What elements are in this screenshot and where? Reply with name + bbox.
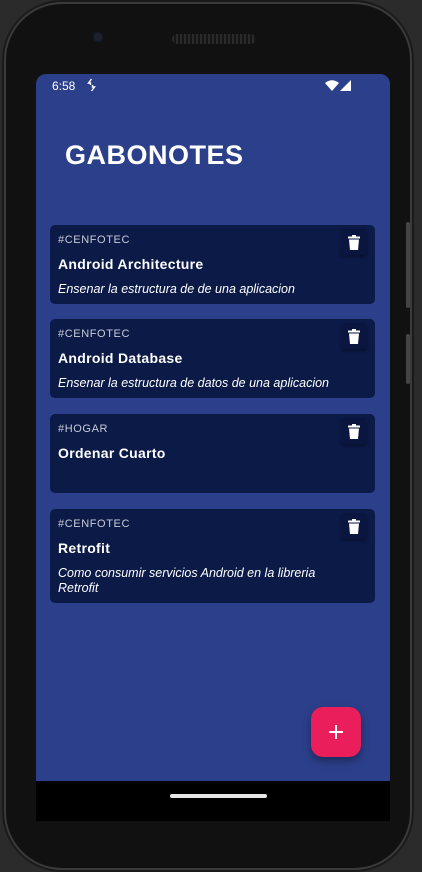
delete-note-button[interactable]: [341, 513, 367, 539]
app-title: GABONOTES: [65, 140, 244, 170]
delete-note-button[interactable]: [341, 418, 367, 444]
power-button: [406, 334, 410, 384]
note-tag: #CENFOTEC: [58, 328, 131, 340]
note-tag: #HOGAR: [58, 423, 109, 435]
status-time: 6:58: [52, 79, 76, 93]
trash-icon: [348, 328, 360, 344]
note-title: Android Database: [58, 350, 183, 366]
trash-icon: [348, 518, 360, 534]
phone-frame: 6:58 GABONOTES #CENFOTEC Android Archite…: [6, 4, 410, 868]
note-tag: #CENFOTEC: [58, 518, 131, 530]
note-description: Ensenar la estructura de datos de una ap…: [58, 376, 330, 390]
note-title: Ordenar Cuarto: [58, 445, 166, 461]
signal-icon: [340, 80, 351, 91]
front-camera: [92, 31, 104, 43]
trash-icon: [348, 423, 360, 439]
earpiece-speaker: [172, 34, 256, 44]
delete-note-button[interactable]: [341, 323, 367, 349]
note-card[interactable]: #CENFOTEC Retrofit Como consumir servici…: [50, 509, 375, 603]
note-description: Ensenar la estructura de de una aplicaci…: [58, 282, 295, 296]
note-title: Android Architecture: [58, 256, 204, 272]
note-description: Como consumir servicios Android en la li…: [58, 566, 316, 595]
add-note-button[interactable]: [311, 707, 361, 757]
app-screen: 6:58 GABONOTES #CENFOTEC Android Archite…: [36, 74, 390, 781]
delete-note-button[interactable]: [341, 229, 367, 255]
home-indicator[interactable]: [170, 794, 267, 798]
navigation-bar: [36, 781, 390, 821]
data-sync-icon: [87, 78, 96, 92]
note-card[interactable]: #HOGAR Ordenar Cuarto: [50, 414, 375, 493]
note-tag: #CENFOTEC: [58, 234, 131, 246]
volume-button: [406, 222, 410, 308]
note-card[interactable]: #CENFOTEC Android Database Ensenar la es…: [50, 319, 375, 398]
trash-icon: [348, 234, 360, 250]
note-title: Retrofit: [58, 540, 111, 556]
wifi-icon: [325, 80, 339, 91]
plus-icon: [329, 725, 343, 739]
note-card[interactable]: #CENFOTEC Android Architecture Ensenar l…: [50, 225, 375, 304]
status-bar: 6:58: [36, 74, 390, 98]
